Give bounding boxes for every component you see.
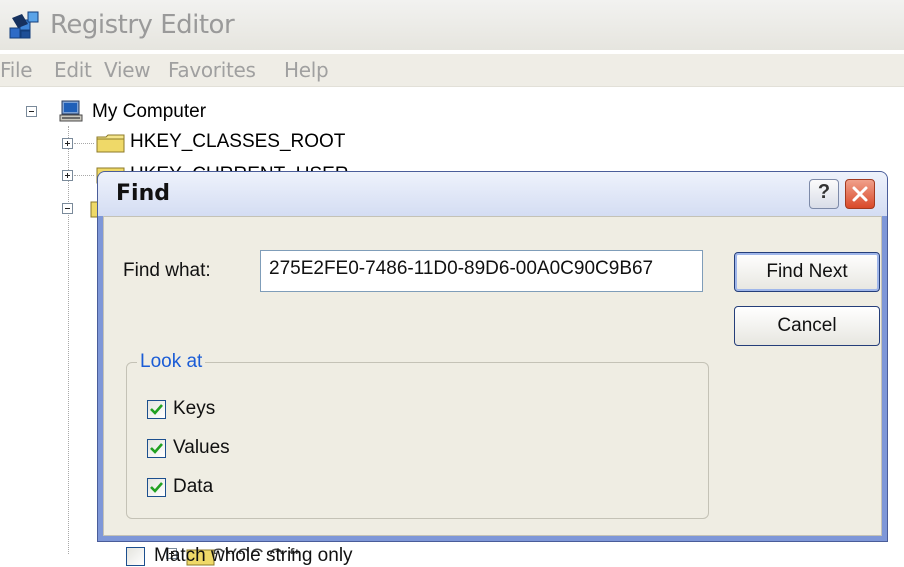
tree-item-hkcr[interactable]: HKEY_CLASSES_ROOT	[130, 131, 345, 153]
computer-icon	[59, 100, 83, 122]
expand-toggle-hkcu[interactable]	[62, 170, 73, 181]
collapse-toggle-my-computer[interactable]	[26, 106, 37, 117]
menu-file[interactable]: File	[0, 58, 33, 82]
menu-favorites[interactable]: Favorites	[168, 58, 256, 82]
dialog-title-bar[interactable]: Find ?	[98, 172, 887, 216]
values-checkbox[interactable]	[147, 439, 166, 458]
check-icon	[150, 443, 163, 454]
expand-toggle-hkcr[interactable]	[62, 138, 73, 149]
main-title-bar[interactable]: Registry Editor	[0, 0, 904, 50]
dialog-title: Find	[116, 181, 170, 206]
app-title: Registry Editor	[50, 10, 235, 40]
registry-editor-icon	[9, 11, 39, 39]
cancel-button[interactable]: Cancel	[734, 306, 880, 346]
data-checkbox[interactable]	[147, 478, 166, 497]
collapse-toggle-node[interactable]	[62, 203, 73, 214]
help-icon: ?	[817, 181, 831, 203]
menu-bar: File Edit View Favorites Help	[0, 54, 904, 87]
menu-help[interactable]: Help	[284, 58, 329, 82]
folder-icon	[96, 134, 125, 153]
help-button[interactable]: ?	[809, 179, 839, 209]
look-at-group: Look at Keys Values Data	[126, 351, 709, 519]
find-what-label: Find what:	[123, 260, 211, 281]
close-button[interactable]	[845, 179, 875, 209]
tree-connector	[74, 175, 94, 176]
tree-connector	[68, 126, 69, 554]
values-label[interactable]: Values	[173, 437, 230, 459]
find-dialog: Find ? Find what: 275E2FE0-7486-11D0-89D…	[97, 171, 888, 566]
keys-label[interactable]: Keys	[173, 398, 215, 420]
menu-view[interactable]: View	[104, 58, 151, 82]
check-icon	[150, 404, 163, 415]
find-what-input[interactable]: 275E2FE0-7486-11D0-89D6-00A0C90C9B67	[260, 250, 703, 292]
look-at-legend: Look at	[137, 351, 206, 373]
close-icon	[852, 186, 868, 202]
find-next-button[interactable]: Find Next	[734, 252, 880, 292]
match-whole-string-checkbox[interactable]	[126, 547, 145, 566]
tree-connector	[74, 143, 94, 144]
keys-checkbox[interactable]	[147, 400, 166, 419]
check-icon	[150, 482, 163, 493]
menu-edit[interactable]: Edit	[54, 58, 92, 82]
dialog-body: Find what: 275E2FE0-7486-11D0-89D6-00A0C…	[103, 216, 882, 566]
tree-root-label[interactable]: My Computer	[92, 101, 206, 123]
match-whole-string-label[interactable]: Match whole string only	[154, 545, 353, 567]
data-label[interactable]: Data	[173, 476, 213, 498]
